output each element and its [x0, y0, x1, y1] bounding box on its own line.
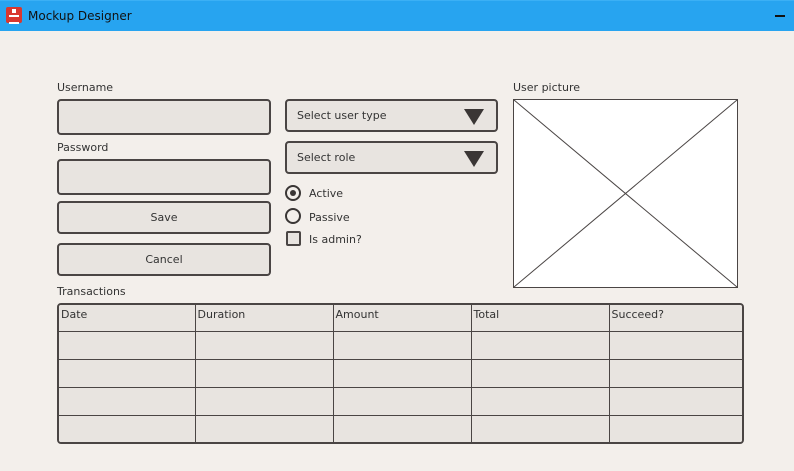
- table-cell[interactable]: [194, 386, 334, 417]
- password-label: Password: [57, 141, 109, 154]
- column-date[interactable]: Date: [59, 305, 196, 332]
- role-select[interactable]: Select role: [285, 141, 498, 174]
- radio-active[interactable]: [285, 185, 301, 201]
- dropdown-arrow-icon: [464, 109, 484, 125]
- cancel-button[interactable]: Cancel: [57, 243, 271, 276]
- username-input[interactable]: [57, 99, 271, 135]
- table-cell[interactable]: [59, 415, 196, 442]
- is-admin-label: Is admin?: [309, 233, 362, 246]
- table-cell[interactable]: [470, 358, 610, 389]
- table-cell[interactable]: [332, 358, 472, 389]
- transactions-label: Transactions: [57, 285, 126, 298]
- table-cell[interactable]: [470, 386, 610, 417]
- image-placeholder-icon: [513, 99, 738, 288]
- user-type-select[interactable]: Select user type: [285, 99, 498, 132]
- column-duration[interactable]: Duration: [194, 305, 334, 332]
- user-type-select-value: Select user type: [297, 109, 387, 122]
- table-cell[interactable]: [59, 358, 196, 389]
- window-title: Mockup Designer: [28, 9, 132, 23]
- column-amount[interactable]: Amount: [332, 305, 472, 332]
- table-cell[interactable]: [470, 330, 610, 360]
- table-cell[interactable]: [332, 330, 472, 360]
- table-cell[interactable]: [332, 386, 472, 417]
- table-row[interactable]: [59, 386, 742, 417]
- table-cell[interactable]: [608, 358, 742, 389]
- table-cell[interactable]: [608, 415, 742, 442]
- column-total[interactable]: Total: [470, 305, 610, 332]
- table-cell[interactable]: [608, 330, 742, 360]
- radio-passive-label: Passive: [309, 211, 350, 224]
- table-cell[interactable]: [194, 358, 334, 389]
- table-cell[interactable]: [194, 415, 334, 442]
- table-row[interactable]: [59, 415, 742, 442]
- column-succeed[interactable]: Succeed?: [608, 305, 742, 332]
- table-header: Date Duration Amount Total Succeed?: [59, 305, 742, 332]
- username-label: Username: [57, 81, 114, 94]
- table-cell[interactable]: [470, 415, 610, 442]
- table-cell[interactable]: [59, 386, 196, 417]
- dropdown-arrow-icon: [464, 151, 484, 167]
- password-input[interactable]: [57, 159, 271, 195]
- table-row[interactable]: [59, 330, 742, 360]
- table-cell[interactable]: [608, 386, 742, 417]
- user-picture-label: User picture: [513, 81, 580, 94]
- table-cell[interactable]: [59, 330, 196, 360]
- user-picture-placeholder[interactable]: [513, 99, 738, 288]
- radio-active-label: Active: [309, 187, 344, 200]
- role-select-value: Select role: [297, 151, 356, 164]
- is-admin-checkbox[interactable]: [286, 231, 301, 246]
- save-button[interactable]: Save: [57, 201, 271, 234]
- title-bar: Mockup Designer: [0, 0, 794, 31]
- app-icon: [6, 7, 22, 24]
- table-cell[interactable]: [332, 415, 472, 442]
- minimize-button[interactable]: [775, 15, 785, 17]
- transactions-table[interactable]: Date Duration Amount Total Succeed?: [57, 303, 744, 444]
- table-cell[interactable]: [194, 330, 334, 360]
- radio-passive[interactable]: [285, 208, 301, 224]
- table-row[interactable]: [59, 358, 742, 389]
